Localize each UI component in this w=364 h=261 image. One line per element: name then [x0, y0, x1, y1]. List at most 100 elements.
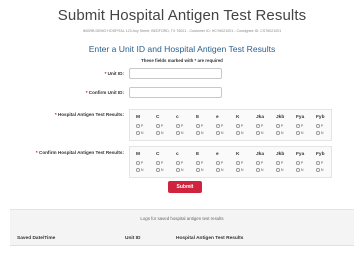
antigen-positive-option[interactable]: P — [196, 124, 203, 128]
unit-id-input[interactable] — [129, 68, 222, 79]
radio-button[interactable] — [316, 124, 320, 128]
radio-button[interactable] — [196, 168, 200, 172]
radio-button[interactable] — [156, 124, 160, 128]
radio-button[interactable] — [176, 124, 180, 128]
antigen-positive-option[interactable]: P — [176, 124, 183, 128]
radio-button[interactable] — [216, 161, 220, 165]
radio-button[interactable] — [216, 131, 220, 135]
radio-button[interactable] — [256, 161, 260, 165]
antigen-negative-option[interactable]: N — [136, 131, 144, 135]
antigen-negative-option[interactable]: N — [296, 168, 304, 172]
antigen-negative-option[interactable]: N — [256, 168, 264, 172]
antigen-negative-option[interactable]: N — [176, 168, 184, 172]
antigen-negative-option[interactable]: N — [196, 168, 204, 172]
antigen-negative-option[interactable]: N — [176, 131, 184, 135]
antigen-header: Jkb — [276, 152, 285, 157]
antigen-negative-option[interactable]: N — [216, 168, 224, 172]
antigen-header: c — [176, 115, 179, 120]
radio-button[interactable] — [176, 161, 180, 165]
radio-button[interactable] — [296, 124, 300, 128]
antigen-negative-option[interactable]: N — [136, 168, 144, 172]
antigen-positive-option[interactable]: P — [316, 124, 323, 128]
radio-button[interactable] — [156, 161, 160, 165]
radio-button[interactable] — [236, 161, 240, 165]
radio-button[interactable] — [236, 124, 240, 128]
antigen-negative-option[interactable]: N — [156, 168, 164, 172]
required-note: These fields marked with * are required — [141, 58, 223, 63]
radio-button[interactable] — [276, 124, 280, 128]
antigen-positive-option[interactable]: P — [236, 124, 243, 128]
option-label: P — [160, 161, 164, 165]
radio-button[interactable] — [176, 131, 180, 135]
antigen-negative-option[interactable]: N — [196, 131, 204, 135]
option-label: P — [280, 124, 284, 128]
antigen-positive-option[interactable]: P — [136, 161, 143, 165]
radio-button[interactable] — [216, 124, 220, 128]
radio-button[interactable] — [256, 131, 260, 135]
antigen-negative-option[interactable]: N — [256, 131, 264, 135]
radio-button[interactable] — [136, 168, 140, 172]
antigen-positive-option[interactable]: P — [156, 161, 163, 165]
antigen-positive-option[interactable]: P — [196, 161, 203, 165]
antigen-negative-option[interactable]: N — [276, 131, 284, 135]
antigen-negative-option[interactable]: N — [236, 168, 244, 172]
radio-button[interactable] — [256, 168, 260, 172]
radio-button[interactable] — [196, 124, 200, 128]
radio-button[interactable] — [276, 131, 280, 135]
antigen-positive-option[interactable]: P — [316, 161, 323, 165]
logs-col-unit-id: Unit ID — [125, 236, 141, 241]
antigen-header: e — [216, 152, 219, 157]
antigen-positive-option[interactable]: P — [256, 124, 263, 128]
antigen-negative-option[interactable]: N — [316, 168, 324, 172]
radio-button[interactable] — [236, 168, 240, 172]
required-star: * — [104, 71, 107, 76]
antigen-positive-option[interactable]: P — [156, 124, 163, 128]
antigen-negative-option[interactable]: N — [156, 131, 164, 135]
antigen-positive-option[interactable]: P — [296, 161, 303, 165]
radio-button[interactable] — [136, 161, 140, 165]
option-label: P — [240, 161, 244, 165]
option-label: P — [320, 161, 324, 165]
radio-button[interactable] — [316, 168, 320, 172]
radio-button[interactable] — [296, 161, 300, 165]
radio-button[interactable] — [136, 124, 140, 128]
option-label: N — [140, 131, 144, 135]
antigen-positive-option[interactable]: P — [216, 124, 223, 128]
radio-button[interactable] — [216, 168, 220, 172]
confirm-results-label-text: Confirm Hospital Antigen Test Results: — [39, 150, 124, 155]
option-label: N — [220, 168, 224, 172]
radio-button[interactable] — [296, 168, 300, 172]
antigen-positive-option[interactable]: P — [256, 161, 263, 165]
antigen-positive-option[interactable]: P — [296, 124, 303, 128]
radio-button[interactable] — [316, 161, 320, 165]
antigen-positive-option[interactable]: P — [136, 124, 143, 128]
option-label: N — [180, 131, 184, 135]
antigen-positive-option[interactable]: P — [276, 161, 283, 165]
antigen-negative-option[interactable]: N — [296, 131, 304, 135]
antigen-negative-option[interactable]: N — [236, 131, 244, 135]
antigen-negative-option[interactable]: N — [276, 168, 284, 172]
antigen-negative-option[interactable]: N — [216, 131, 224, 135]
radio-button[interactable] — [316, 131, 320, 135]
radio-button[interactable] — [156, 168, 160, 172]
option-label: N — [220, 131, 224, 135]
radio-button[interactable] — [236, 131, 240, 135]
radio-button[interactable] — [176, 168, 180, 172]
option-label: N — [200, 131, 204, 135]
radio-button[interactable] — [276, 161, 280, 165]
radio-button[interactable] — [296, 131, 300, 135]
antigen-positive-option[interactable]: P — [276, 124, 283, 128]
radio-button[interactable] — [136, 131, 140, 135]
antigen-negative-option[interactable]: N — [316, 131, 324, 135]
confirm-unit-id-input[interactable] — [129, 87, 222, 98]
radio-button[interactable] — [156, 131, 160, 135]
antigen-positive-option[interactable]: P — [176, 161, 183, 165]
radio-button[interactable] — [196, 161, 200, 165]
submit-button[interactable]: Submit — [168, 181, 202, 193]
radio-button[interactable] — [276, 168, 280, 172]
antigen-positive-option[interactable]: P — [216, 161, 223, 165]
radio-button[interactable] — [196, 131, 200, 135]
radio-button[interactable] — [256, 124, 260, 128]
antigen-positive-option[interactable]: P — [236, 161, 243, 165]
option-label: P — [280, 161, 284, 165]
